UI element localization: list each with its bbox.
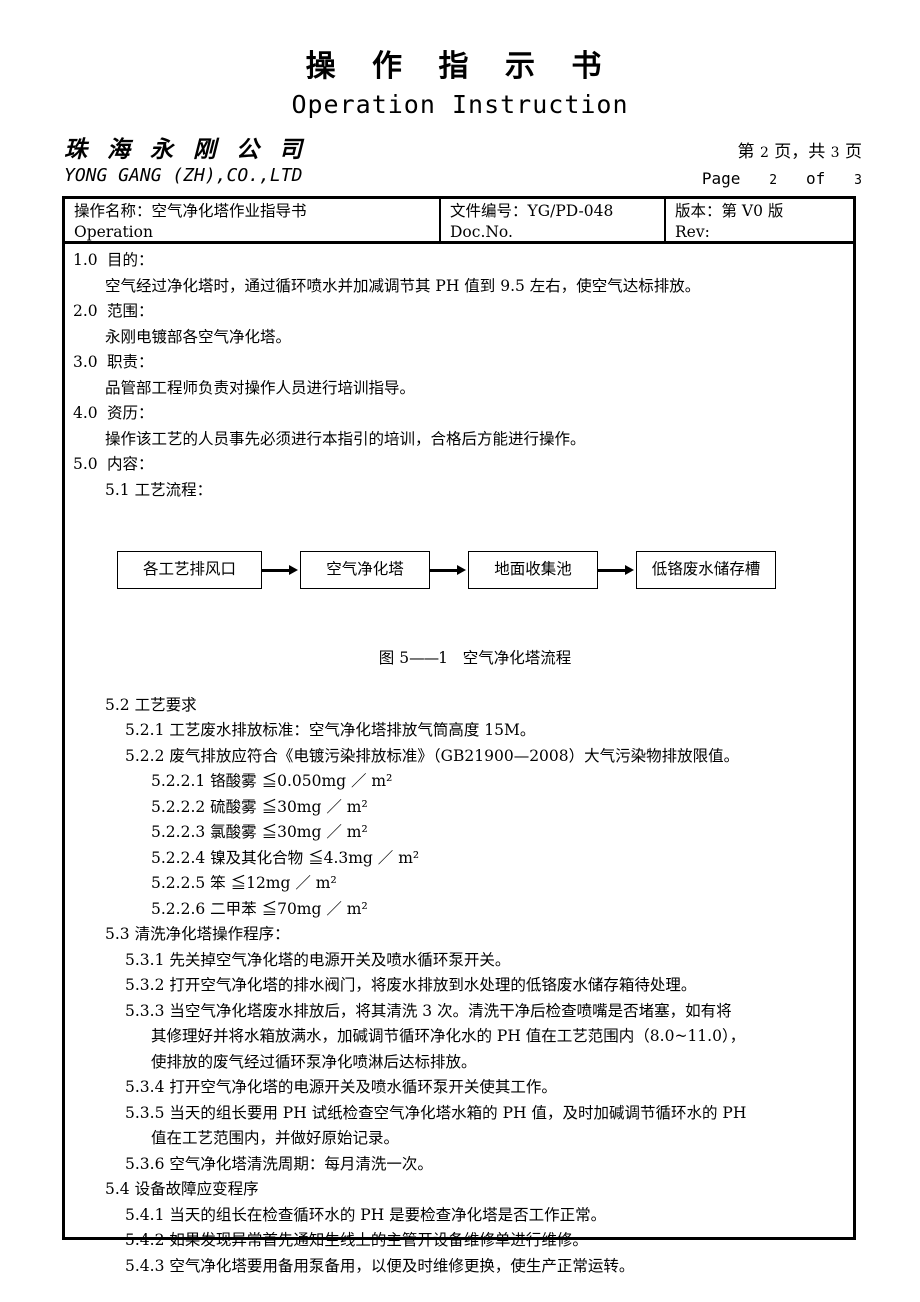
company-name-cn: 珠 海 永 刚 公 司	[64, 136, 309, 163]
flow-box-1: 各工艺排风口	[117, 551, 262, 589]
document-title-cn: 操 作 指 示 书	[305, 49, 615, 84]
page-en-current: 2	[769, 173, 778, 189]
section-2-heading: 2.0 范围：	[73, 299, 847, 325]
page-cn-prefix: 第	[737, 142, 755, 162]
header-row: 珠 海 永 刚 公 司 YONG GANG (ZH),CO.,LTD 第 2 页…	[0, 136, 920, 193]
page-number-block: 第 2 页，共 3 页 Page 2 of 3	[702, 141, 862, 190]
section-5-number: 5.0	[73, 455, 98, 473]
section-4-title: 资历：	[107, 404, 154, 422]
section-5-4-2: 5.4.2 如果发现异常首先通知生线上的主管开设备维修单进行维修。	[125, 1231, 588, 1249]
section-5-2-2-5: 5.2.2.5 笨 ≦12mg ／ m²	[151, 874, 337, 892]
section-5-2-2-4: 5.2.2.4 镍及其化合物 ≦4.3mg ／ m²	[151, 848, 420, 867]
figure-caption-number: 1	[438, 649, 448, 667]
section-5-3-5-line2: 值在工艺范围内，并做好原始记录。	[151, 1129, 400, 1147]
section-3-body: 品管部工程师负责对操作人员进行培训指导。	[105, 378, 416, 397]
section-5-heading: 5.0 内容：	[73, 452, 847, 478]
section-5-2-2-6: 5.2.2.6 二甲苯 ≦70mg ／ m²	[151, 899, 368, 918]
flow-box-2: 空气净化塔	[300, 551, 430, 589]
company-block: 珠 海 永 刚 公 司 YONG GANG (ZH),CO.,LTD	[64, 136, 309, 187]
section-5-3-3-line3: 使排放的废气经过循环泵净化喷淋后达标排放。	[151, 1052, 477, 1071]
figure-spacer	[73, 667, 847, 693]
section-5-3-3-line1: 5.3.3 当空气净化塔废水排放后，将其清洗 3 次。清洗干净后检查喷嘴是否堵塞…	[125, 1001, 732, 1020]
section-2-title: 范围：	[107, 302, 154, 320]
section-1-body: 空气经过净化塔时，通过循环喷水并加减调节其 PH 值到 9.5 左右，使空气达标…	[105, 276, 701, 295]
page-cn-suffix: 页	[845, 142, 862, 162]
section-3-title: 职责：	[107, 353, 154, 371]
section-1-number: 1.0	[73, 251, 98, 269]
page-en-mid: of	[806, 169, 826, 189]
figure-caption: 图 5——1 空气净化塔流程	[73, 649, 847, 667]
section-4-body: 操作该工艺的人员事先必须进行本指引的培训，合格后方能进行操作。	[105, 429, 586, 448]
section-3-number: 3.0	[73, 353, 98, 371]
section-5-4-heading: 5.4 设备故障应变程序	[105, 1180, 259, 1198]
flow-box-4: 低铬废水储存槽	[636, 551, 776, 589]
document-title-en: Operation Instruction	[291, 90, 629, 119]
section-1-heading: 1.0 目的：	[73, 248, 847, 274]
page-number-en: Page 2 of 3	[702, 168, 862, 190]
docno-label-cn: 文件编号：YG/PD-048	[450, 202, 614, 220]
flow-row: 各工艺排风口 空气净化塔 地面收集池 低铬废水储存槽	[117, 551, 776, 589]
company-name-en: YONG GANG (ZH),CO.,LTD	[64, 165, 303, 187]
section-5-4-3: 5.4.3 空气净化塔要用备用泵备用，以便及时维修更换，使生产正常运转。	[125, 1256, 635, 1275]
section-5-2-1: 5.2.1 工艺废水排放标准：空气净化塔排放气筒高度 15M。	[125, 721, 536, 739]
section-5-3-2: 5.3.2 打开空气净化塔的排水阀门，将废水排放到水处理的低铬废水储存箱待处理。	[125, 976, 697, 994]
figure-caption-prefix: 图 5	[378, 649, 410, 667]
section-4-heading: 4.0 资历：	[73, 401, 847, 427]
section-5-1-heading: 5.1 工艺流程：	[105, 480, 213, 499]
section-5-3-5-line1: 5.3.5 当天的组长要用 PH 试纸检查空气净化塔水箱的 PH 值，及时加碱调…	[125, 1103, 747, 1122]
section-5-3-heading: 5.3 清洗净化塔操作程序：	[105, 925, 290, 943]
document-body: 1.0 目的： 空气经过净化塔时，通过循环喷水并加减调节其 PH 值到 9.5 左…	[65, 244, 853, 1279]
flow-arrow-icon-2	[430, 564, 468, 576]
section-5-2-2-2: 5.2.2.2 硫酸雾 ≦30mg ／ m²	[151, 797, 368, 816]
section-5-3-3-line2: 其修理好并将水箱放满水，加碱调节循环净化水的 PH 值在工艺范围内（8.0~11…	[151, 1027, 746, 1045]
flow-arrow-icon-1	[262, 564, 300, 576]
page-cn-total: 3	[830, 145, 840, 161]
section-2-number: 2.0	[73, 302, 98, 320]
page-en-total: 3	[854, 173, 862, 189]
document-frame: 操作名称：空气净化塔作业指导书 Operation 文件编号：YG/PD-048…	[62, 196, 856, 1275]
section-5-2-2-3: 5.2.2.3 氯酸雾 ≦30mg ／ m²	[151, 823, 368, 841]
rev-label-cn: 版本：第 V0 版	[675, 202, 784, 220]
section-5-2-2: 5.2.2 废气排放应符合《电镀污染排放标准》（GB21900—2008）大气污…	[125, 746, 740, 765]
section-3-heading: 3.0 职责：	[73, 350, 847, 376]
info-table: 操作名称：空气净化塔作业指导书 Operation 文件编号：YG/PD-048…	[65, 199, 853, 244]
info-cell-operation: 操作名称：空气净化塔作业指导书 Operation	[65, 199, 441, 241]
section-2-body: 永刚电镀部各空气净化塔。	[105, 327, 292, 346]
page-cn-current: 2	[759, 145, 769, 161]
rev-label-en: Rev:	[675, 222, 710, 241]
section-5-3-6: 5.3.6 空气净化塔清洗周期：每月清洗一次。	[125, 1154, 433, 1173]
flow-arrow-icon-3	[598, 564, 636, 576]
section-5-3-4: 5.3.4 打开空气净化塔的电源开关及喷水循环泵开关使其工作。	[125, 1078, 557, 1096]
figure-caption-text: 空气净化塔流程	[462, 649, 572, 667]
docno-label-en: Doc.No.	[450, 222, 513, 241]
section-5-2-2-1: 5.2.2.1 铬酸雾 ≦0.050mg ／ m²	[151, 772, 393, 790]
section-1-title: 目的：	[107, 251, 154, 269]
section-5-4-1: 5.4.1 当天的组长在检查循环水的 PH 是要检查净化塔是否工作正常。	[125, 1205, 607, 1224]
page-number-cn: 第 2 页，共 3 页	[702, 141, 862, 163]
page-en-prefix: Page	[701, 169, 741, 189]
section-4-number: 4.0	[73, 404, 98, 422]
page-cn-mid: 页，共	[774, 142, 826, 162]
document-page: 操 作 指 示 书 Operation Instruction 珠 海 永 刚 …	[0, 0, 920, 1302]
info-cell-docno: 文件编号：YG/PD-048 Doc.No.	[441, 199, 666, 241]
process-flow-diagram: 各工艺排风口 空气净化塔 地面收集池 低铬废水储存槽	[73, 541, 847, 633]
flow-box-3: 地面收集池	[468, 551, 598, 589]
section-5-title: 内容：	[107, 455, 154, 473]
info-cell-rev: 版本：第 V0 版 Rev:	[666, 199, 853, 241]
figure-caption-dash: ——	[409, 649, 439, 667]
operation-label-en: Operation	[74, 222, 153, 241]
section-5-3-1: 5.3.1 先关掉空气净化塔的电源开关及喷水循环泵开关。	[125, 950, 511, 969]
operation-label-cn: 操作名称：空气净化塔作业指导书	[74, 202, 307, 220]
section-5-2-heading: 5.2 工艺要求	[105, 695, 197, 714]
